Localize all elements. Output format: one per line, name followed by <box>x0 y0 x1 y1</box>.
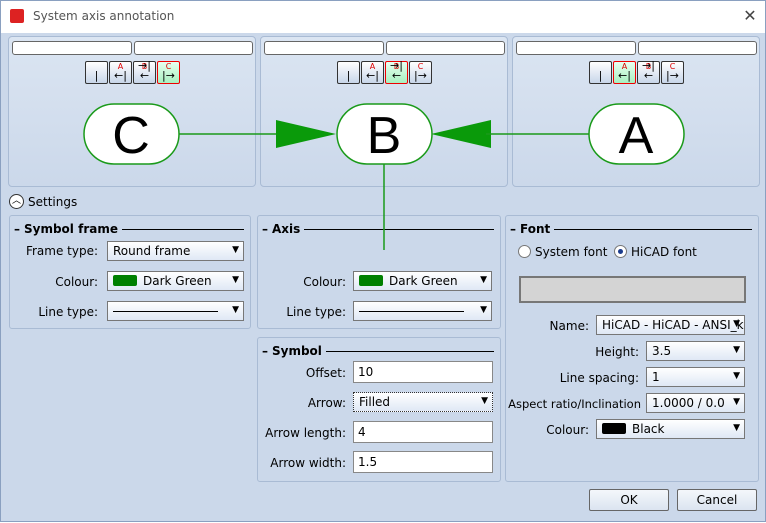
arrow-length-label: Arrow length: <box>265 426 346 440</box>
text-field-right[interactable] <box>386 41 505 55</box>
preview-panel-c: | A ←| B →|← C |→ <box>8 36 256 187</box>
arrow-b-button[interactable]: B →|← <box>133 60 156 84</box>
group-title: Axis <box>272 222 301 236</box>
text-field-left[interactable] <box>516 41 636 55</box>
axis-group: –Axis Colour: Dark Green Line type: <box>257 215 501 329</box>
no-arrow-button[interactable]: | <box>589 61 612 84</box>
system-font-radio[interactable]: System font <box>518 245 607 259</box>
hicad-font-radio[interactable]: HiCAD font <box>614 245 697 259</box>
text-field-right[interactable] <box>638 41 757 55</box>
arrow-length-input[interactable]: 4 <box>353 421 493 443</box>
preview-panel-b: | A ←| B →|← C |→ <box>260 36 508 187</box>
cancel-button[interactable]: Cancel <box>677 489 757 511</box>
name-label: Name: <box>549 319 589 333</box>
font-preview <box>519 276 746 303</box>
group-title: Symbol frame <box>24 222 118 236</box>
title-bar: System axis annotation ✕ <box>1 1 765 33</box>
arrow-dropdown[interactable]: Filled <box>353 392 493 412</box>
arrow-b-button[interactable]: B →|← <box>385 60 408 84</box>
colour-label: Colour: <box>546 423 589 437</box>
arrow-a-button[interactable]: A ←| <box>361 61 384 84</box>
collapse-icon: ︿ <box>9 194 24 209</box>
text-field-left[interactable] <box>12 41 132 55</box>
ok-button[interactable]: OK <box>589 489 669 511</box>
no-arrow-button[interactable]: | <box>85 61 108 84</box>
frame-type-dropdown[interactable]: Round frame <box>107 241 244 261</box>
arrow-c-button[interactable]: C |→ <box>661 61 684 84</box>
aspect-label: Aspect ratio/Inclination <box>508 397 641 411</box>
app-icon <box>10 9 24 23</box>
line-spacing-label: Line spacing: <box>559 371 639 385</box>
axis-line-type-dropdown[interactable] <box>353 301 492 321</box>
line-type-label: Line type: <box>286 305 346 319</box>
arrow-a-button[interactable]: A ←| <box>109 61 132 84</box>
colour-label: Colour: <box>55 275 98 289</box>
line-type-dropdown[interactable] <box>107 301 244 321</box>
arrow-b-button[interactable]: B →|← <box>637 60 660 84</box>
offset-label: Offset: <box>305 366 346 380</box>
text-field-left[interactable] <box>264 41 384 55</box>
line-spacing-dropdown[interactable]: 1 <box>646 367 745 387</box>
font-name-dropdown[interactable]: HiCAD - HiCAD - ANSI_k <box>596 315 745 335</box>
arrow-label: Arrow: <box>307 396 346 410</box>
preview-panel-a: | A ←| B →|← C |→ <box>512 36 760 187</box>
dialog: System axis annotation ✕ | A ←| B →|← C |→ … <box>0 0 766 522</box>
group-title: Font <box>520 222 551 236</box>
symbol-group: –Symbol Offset: 10 Arrow: Filled Arrow l… <box>257 337 501 482</box>
settings-toggle[interactable]: ︿ Settings <box>9 194 77 209</box>
height-label: Height: <box>595 345 639 359</box>
text-field-right[interactable] <box>134 41 253 55</box>
frame-type-label: Frame type: <box>25 244 98 258</box>
close-icon[interactable]: ✕ <box>739 5 761 27</box>
arrow-width-label: Arrow width: <box>270 456 346 470</box>
settings-label: Settings <box>28 194 78 209</box>
colour-dropdown[interactable]: Dark Green <box>107 271 244 291</box>
arrow-c-button[interactable]: C |→ <box>157 61 180 84</box>
arrow-width-input[interactable]: 1.5 <box>353 451 493 473</box>
arrow-c-button[interactable]: C |→ <box>409 61 432 84</box>
font-colour-dropdown[interactable]: Black <box>596 419 745 439</box>
height-dropdown[interactable]: 3.5 <box>646 341 745 361</box>
axis-colour-dropdown[interactable]: Dark Green <box>353 271 492 291</box>
arrow-a-button[interactable]: A ←| <box>613 61 636 84</box>
colour-label: Colour: <box>303 275 346 289</box>
offset-input[interactable]: 10 <box>353 361 493 383</box>
aspect-dropdown[interactable]: 1.0000 / 0.0 <box>646 393 745 413</box>
symbol-frame-group: –Symbol frame Frame type: Round frame Co… <box>9 215 251 329</box>
line-type-label: Line type: <box>38 305 98 319</box>
font-group: – Font System font HiCAD font Name: HiCAD… <box>505 215 759 482</box>
no-arrow-button[interactable]: | <box>337 61 360 84</box>
dialog-title: System axis annotation <box>33 9 175 23</box>
group-title: Symbol <box>272 344 322 358</box>
